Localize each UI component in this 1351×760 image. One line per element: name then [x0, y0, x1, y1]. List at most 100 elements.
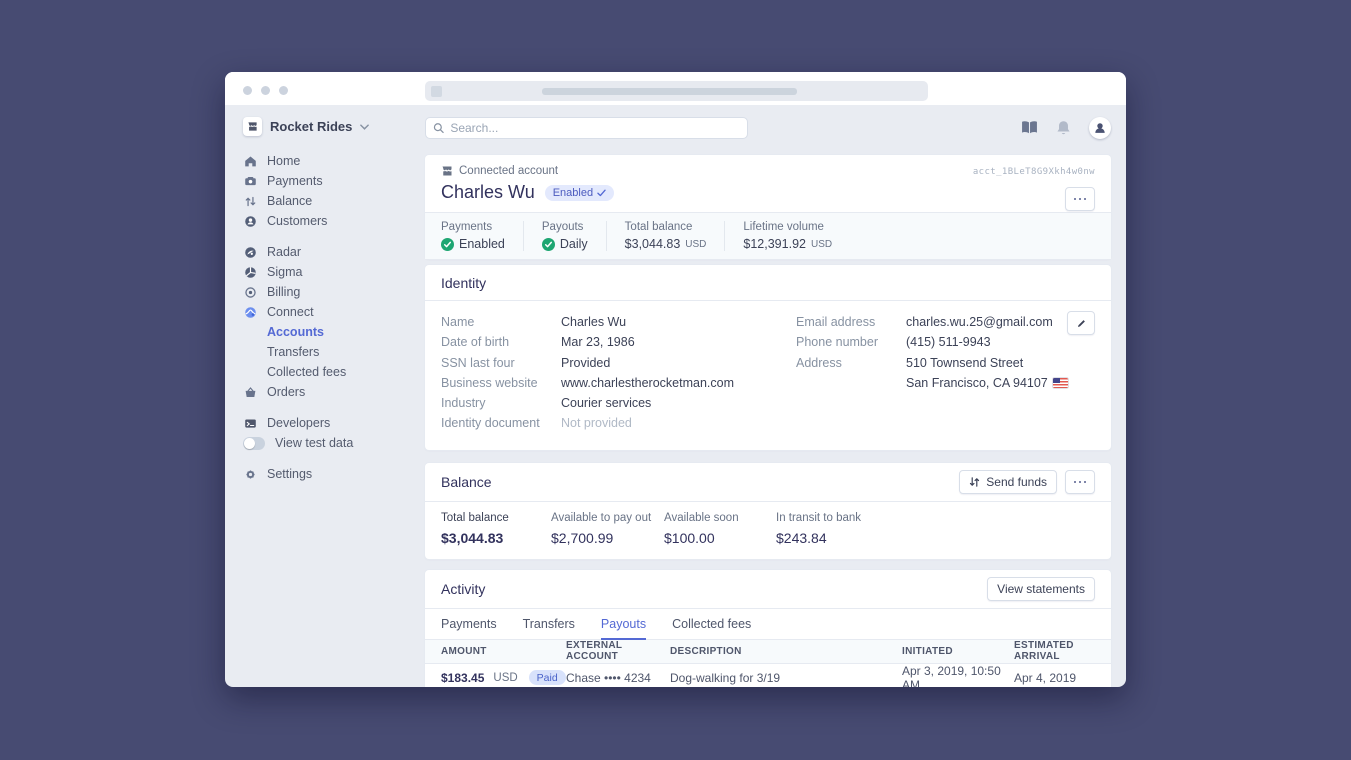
sidebar-item-balance[interactable]: Balance [243, 191, 425, 211]
window-zoom-button[interactable] [279, 86, 288, 95]
sidebar-item-collected-fees[interactable]: Collected fees [243, 362, 425, 382]
identity-row-ssn: SSN last four Provided [441, 353, 796, 373]
tab-collected-fees[interactable]: Collected fees [672, 609, 751, 640]
field-value: Not provided [561, 413, 632, 433]
search-input[interactable] [450, 121, 740, 135]
field-label: Address [796, 353, 906, 394]
section-title-activity: Activity [441, 581, 485, 597]
sidebar-item-settings[interactable]: Settings [243, 464, 425, 484]
url-text-placeholder [542, 88, 797, 95]
sidebar-item-home[interactable]: Home [243, 151, 425, 171]
sidebar-item-label: Billing [267, 285, 300, 299]
field-label: SSN last four [441, 353, 561, 373]
view-statements-button[interactable]: View statements [987, 577, 1095, 601]
orders-icon [243, 386, 257, 399]
payouts-table-header: AMOUNT EXTERNAL ACCOUNT DESCRIPTION INIT… [425, 640, 1111, 664]
radar-icon [243, 246, 257, 259]
edit-identity-button[interactable] [1067, 311, 1095, 335]
desktop-background: Rocket Rides Home Payments Balance [0, 0, 1351, 760]
sidebar-item-label: Settings [267, 467, 312, 481]
docs-book-icon[interactable] [1021, 120, 1038, 135]
notifications-bell-icon[interactable] [1056, 120, 1071, 136]
window-minimize-button[interactable] [261, 86, 270, 95]
sidebar-item-label: Accounts [267, 325, 324, 339]
column-header-external-account: EXTERNAL ACCOUNT [566, 640, 670, 662]
url-bar[interactable] [425, 81, 928, 101]
sidebar-item-view-test-data[interactable]: View test data [243, 433, 425, 453]
balance-overflow-button[interactable] [1065, 470, 1095, 494]
storefront-icon [243, 117, 262, 136]
tab-transfers[interactable]: Transfers [523, 609, 575, 640]
field-value: charles.wu.25@gmail.com [906, 312, 1053, 332]
sidebar-item-sigma[interactable]: Sigma [243, 262, 425, 282]
stat-payouts: Payouts Daily [523, 221, 606, 251]
stat-value: Enabled [459, 237, 505, 251]
sidebar-item-label: Developers [267, 416, 330, 430]
main-content: Connected account acct_1BLeT8G9Xkh4w0nw … [425, 105, 1126, 687]
account-stats-strip: Payments Enabled Payouts Daily [425, 212, 1111, 259]
pencil-icon [1076, 318, 1087, 329]
stat-label: Available to pay out [551, 512, 664, 524]
activity-tabs: Payments Transfers Payouts Collected fee… [425, 609, 1111, 640]
stat-payments: Payments Enabled [441, 221, 523, 251]
sidebar-item-transfers[interactable]: Transfers [243, 342, 425, 362]
user-avatar[interactable] [1089, 117, 1111, 139]
sidebar-item-connect[interactable]: Connect [243, 302, 425, 322]
identity-row-dob: Date of birth Mar 23, 1986 [441, 332, 796, 352]
column-header-estimated-arrival: ESTIMATED ARRIVAL [1014, 640, 1095, 662]
sidebar-item-label: Connect [267, 305, 314, 319]
topbar [425, 105, 1111, 150]
balance-stat-transit: In transit to bank $243.84 [776, 512, 861, 546]
favicon-placeholder [431, 86, 442, 97]
balance-card: Balance Send funds [425, 463, 1111, 559]
search-input-wrapper[interactable] [425, 117, 748, 139]
stat-lifetime-volume: Lifetime volume $12,391.92 USD [724, 221, 850, 251]
stat-label: Payouts [542, 221, 588, 233]
column-header-initiated: INITIATED [902, 646, 1014, 657]
stat-label: Payments [441, 221, 505, 233]
sidebar-item-billing[interactable]: Billing [243, 282, 425, 302]
sidebar-item-orders[interactable]: Orders [243, 382, 425, 402]
sigma-icon [243, 266, 257, 279]
tab-payments[interactable]: Payments [441, 609, 497, 640]
sidebar-item-developers[interactable]: Developers [243, 413, 425, 433]
stat-value: $2,700.99 [551, 530, 664, 546]
view-statements-label: View statements [997, 582, 1085, 596]
sidebar-item-payments[interactable]: Payments [243, 171, 425, 191]
test-data-toggle[interactable] [243, 437, 265, 450]
field-value: Charles Wu [561, 312, 626, 332]
identity-row-website: Business website www.charlestherocketman… [441, 373, 796, 393]
status-badge: Enabled [545, 185, 614, 201]
send-funds-button[interactable]: Send funds [959, 470, 1057, 494]
page-title: Charles Wu [441, 182, 535, 203]
search-icon [433, 122, 444, 134]
sidebar-item-label: View test data [275, 436, 353, 450]
stat-label: In transit to bank [776, 512, 861, 524]
check-icon [597, 189, 606, 197]
chevron-down-icon [360, 124, 369, 130]
browser-chrome [225, 72, 1126, 105]
sidebar-item-label: Collected fees [267, 365, 346, 379]
identity-row-phone: Phone number (415) 511-9943 [796, 332, 1095, 352]
table-row[interactable]: $183.45 USD Paid Chase •••• 4234 Dog-wal… [425, 664, 1111, 687]
tab-payouts[interactable]: Payouts [601, 609, 646, 640]
window-close-button[interactable] [243, 86, 252, 95]
account-switcher[interactable]: Rocket Rides [243, 117, 425, 136]
sidebar-item-accounts[interactable]: Accounts [243, 322, 425, 342]
address-line-2: San Francisco, CA 94107 [906, 376, 1048, 390]
window-controls[interactable] [243, 86, 288, 95]
storefront-icon [441, 165, 453, 177]
stat-value: $243.84 [776, 530, 861, 546]
activity-card: Activity View statements Payments Transf… [425, 570, 1111, 687]
sidebar-item-customers[interactable]: Customers [243, 211, 425, 231]
payout-estimated-arrival: Apr 4, 2019 [1014, 671, 1095, 685]
field-value: Mar 23, 1986 [561, 332, 635, 352]
account-overflow-button[interactable] [1065, 187, 1095, 211]
sidebar-item-label: Customers [267, 214, 327, 228]
sidebar-nav: Home Payments Balance Customers [243, 151, 425, 484]
customers-icon [243, 215, 257, 228]
sidebar-item-radar[interactable]: Radar [243, 242, 425, 262]
stat-label: Total balance [625, 221, 707, 233]
field-label: Date of birth [441, 332, 561, 352]
connect-icon [243, 306, 257, 319]
